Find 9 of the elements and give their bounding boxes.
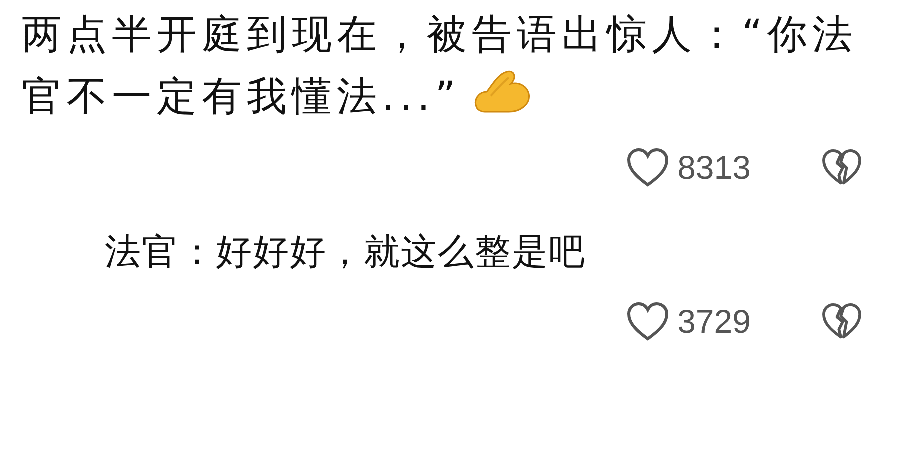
like-count: 3729 bbox=[678, 303, 751, 341]
broken-heart-icon[interactable] bbox=[821, 303, 863, 341]
broken-heart-icon[interactable] bbox=[821, 149, 863, 187]
like-count: 8313 bbox=[678, 149, 751, 187]
comment-text-line: 法官：好好好，就这么整是吧 bbox=[105, 232, 586, 273]
comment-text-line: 官不一定有我懂法...” bbox=[22, 74, 461, 120]
heart-icon[interactable] bbox=[626, 302, 670, 342]
heart-icon[interactable] bbox=[626, 148, 670, 188]
comment-text-line: 两点半开庭到现在，被告语出惊人：“你法 bbox=[22, 12, 858, 58]
